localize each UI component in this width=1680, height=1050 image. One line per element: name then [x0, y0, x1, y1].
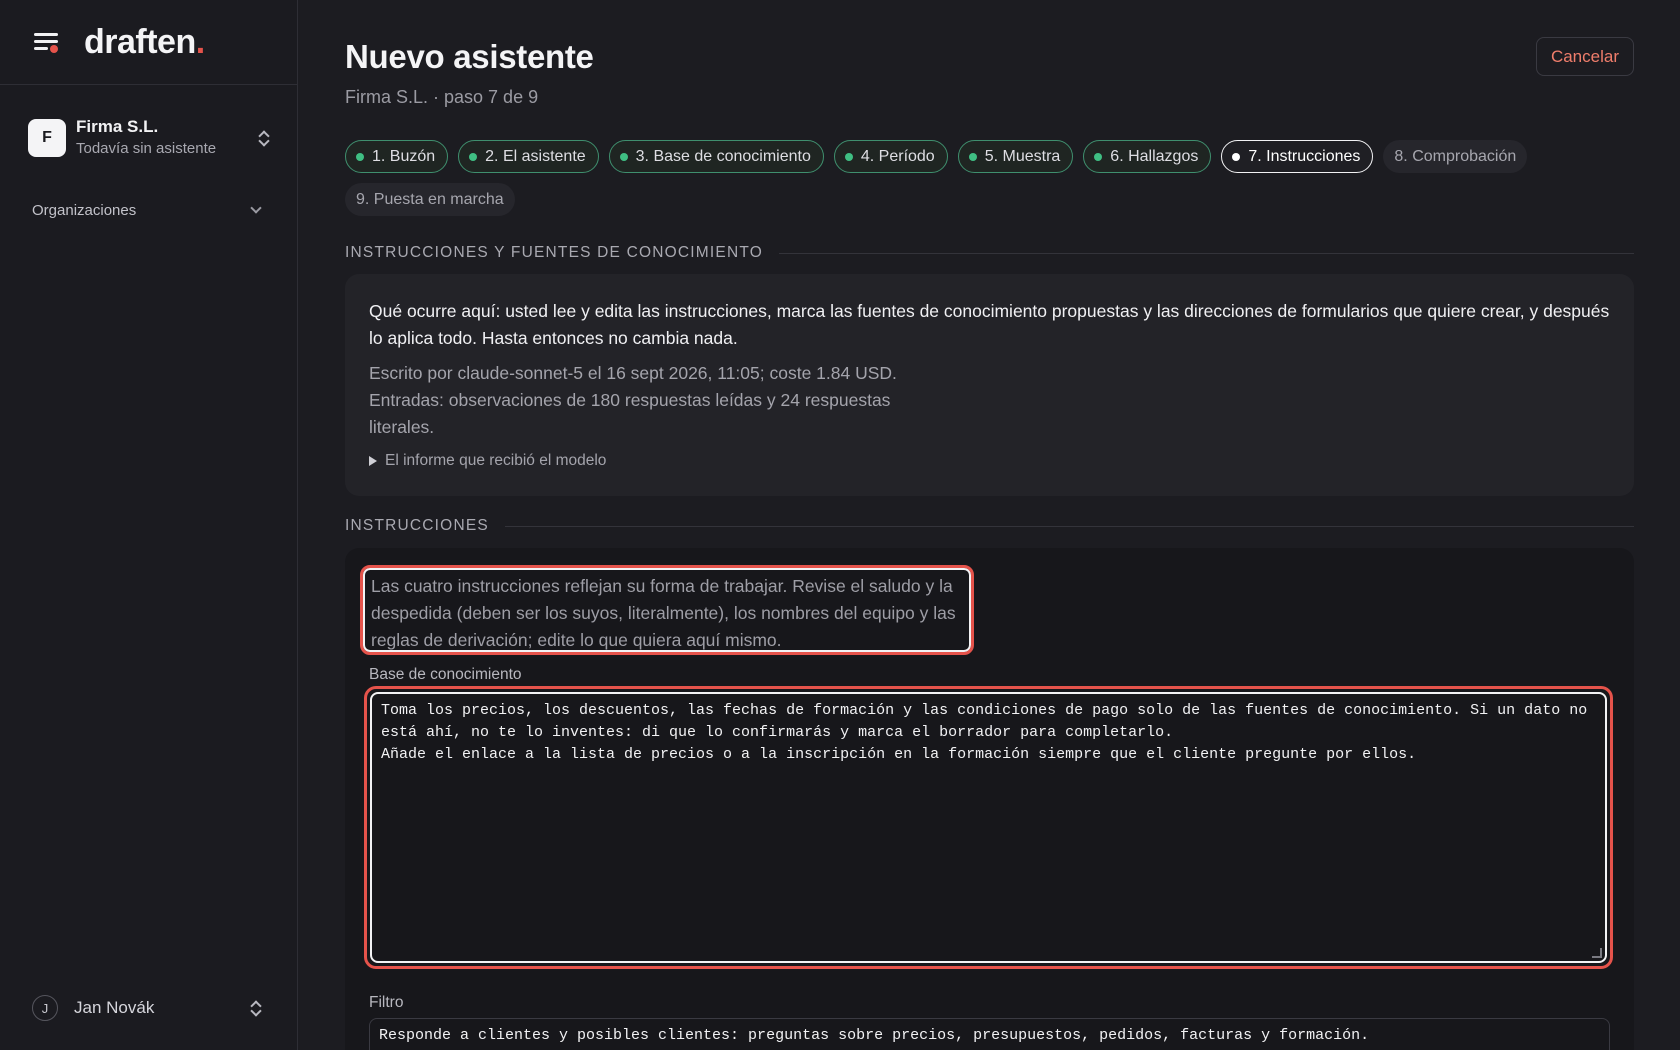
step-label: 1. Buzón [372, 147, 436, 165]
step-5[interactable]: 5. Muestra [957, 140, 1074, 173]
filter-textarea[interactable]: Responde a clientes y posibles clientes:… [369, 1018, 1610, 1050]
step-8[interactable]: 8. Comprobación [1383, 140, 1528, 173]
step-9[interactable]: 9. Puesta en marcha [345, 183, 515, 216]
model-report-toggle[interactable]: El informe que recibió el modelo [369, 452, 606, 470]
kb-textarea[interactable]: Toma los precios, los descuentos, las fe… [370, 692, 1607, 963]
chevron-updown-icon [256, 128, 272, 148]
step-3[interactable]: 3. Base de conocimiento [608, 140, 824, 173]
step-7[interactable]: 7. Instrucciones [1221, 140, 1374, 173]
status-dot-icon [619, 152, 628, 161]
step-4[interactable]: 4. Período [833, 140, 948, 173]
section-heading-instructions: INSTRUCCIONES [345, 517, 1634, 535]
divider [504, 525, 1634, 527]
cancel-button[interactable]: Cancelar [1535, 37, 1634, 76]
disclosure-triangle-icon [369, 456, 377, 466]
chevron-down-icon [250, 202, 262, 214]
menu-icon[interactable] [32, 30, 60, 54]
page-title: Nuevo asistente [345, 38, 594, 75]
page-subtitle: Firma S.L. · paso 7 de 9 [345, 87, 539, 107]
organizations-toggle[interactable]: Organizaciones [32, 198, 264, 222]
instructions-card: Las cuatro instrucciones reflejan su for… [345, 548, 1634, 1050]
status-dot-icon [844, 152, 853, 161]
sidebar-header: draften. [0, 0, 297, 85]
step-label: 5. Muestra [984, 147, 1061, 165]
sidebar: draften. F Firma S.L. Todavía sin asiste… [0, 0, 298, 1050]
resize-handle[interactable] [1592, 948, 1602, 958]
intro-text: Qué ocurre aquí: usted lee y edita las i… [369, 301, 1610, 348]
info-card: Qué ocurre aquí: usted lee y edita las i… [345, 274, 1634, 496]
status-dot-icon [1094, 152, 1103, 161]
instructions-hint: Las cuatro instrucciones reflejan su for… [360, 565, 974, 655]
divider [778, 252, 1634, 254]
meta-inputs: Entradas: observaciones de 180 respuesta… [369, 390, 891, 437]
step-2[interactable]: 2. El asistente [458, 140, 599, 173]
meta-written: Escrito por claude-sonnet-5 el 16 sept 2… [369, 363, 897, 383]
kb-field-label: Base de conocimiento [369, 666, 522, 683]
org-switcher[interactable]: F Firma S.L. Todavía sin asistente [28, 115, 272, 161]
filter-field-label: Filtro [369, 994, 404, 1011]
step-label: 4. Período [860, 147, 935, 165]
step-label: 6. Hallazgos [1110, 147, 1199, 165]
step-label: 3. Base de conocimiento [635, 147, 811, 165]
status-dot-icon [356, 152, 364, 161]
avatar: J [32, 995, 58, 1021]
organizations-label: Organizaciones [32, 201, 137, 219]
section-heading-knowledge: INSTRUCCIONES Y FUENTES DE CONOCIMIENTO [345, 244, 1634, 262]
status-dot-icon [968, 152, 977, 161]
step-6[interactable]: 6. Hallazgos [1083, 140, 1212, 173]
status-dot-icon [1232, 152, 1241, 161]
kb-textarea-wrapper: Toma los precios, los descuentos, las fe… [364, 686, 1613, 969]
user-name: Jan Novák [74, 998, 155, 1017]
logo[interactable]: draften. [84, 23, 205, 62]
user-menu[interactable]: J Jan Novák [32, 994, 264, 1022]
chevron-updown-icon [248, 998, 264, 1018]
status-dot-icon [469, 152, 478, 161]
step-1[interactable]: 1. Buzón [345, 140, 449, 173]
org-name: Firma S.L. [76, 117, 159, 136]
step-label: 2. El asistente [485, 147, 586, 165]
org-subtitle: Todavía sin asistente [76, 140, 217, 157]
step-label: 8. Comprobación [1394, 147, 1517, 165]
step-label: 7. Instrucciones [1248, 147, 1361, 165]
org-avatar: F [28, 119, 66, 157]
step-label: 9. Puesta en marcha [356, 190, 504, 208]
wizard-steps: 1. Buzón 2. El asistente 3. Base de conoci… [345, 140, 1634, 216]
model-report-label: El informe que recibió el modelo [385, 452, 607, 469]
